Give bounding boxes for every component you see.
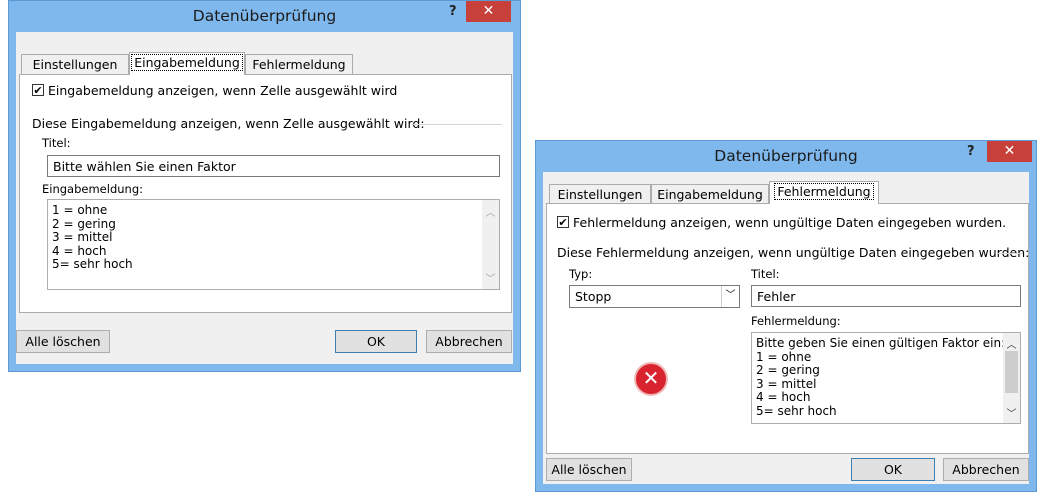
title-bar[interactable]: Datenüberprüfung ? ✕ [9,1,520,31]
scrollbar[interactable]: ︿ ﹀ [1003,333,1020,423]
show-error-message-checkbox[interactable]: ✔ [557,216,569,228]
tab-label: Fehlermeldung [252,57,346,72]
title-bar[interactable]: Datenüberprüfung ? ✕ [536,141,1036,171]
clear-all-button[interactable]: Alle löschen [16,330,110,353]
show-input-message-checkbox[interactable]: ✔ [32,84,44,96]
close-button[interactable]: ✕ [466,1,511,22]
message-line: 4 = hoch [756,390,811,404]
tab-panel: ✔ Eingabemeldung anzeigen, wenn Zelle au… [19,74,512,313]
type-value: Stopp [575,289,612,304]
cancel-button[interactable]: Abbrechen [943,458,1029,481]
chevron-down-icon[interactable]: ﹀ [721,286,739,307]
dialog-title: Datenüberprüfung [714,147,858,165]
tab-label: Eingabemeldung [131,54,243,71]
dialog-error-message: Datenüberprüfung ? ✕ Einstellungen Einga… [535,140,1037,492]
message-label: Fehlermeldung: [751,314,841,328]
tab-eingabemeldung[interactable]: Eingabemeldung [651,184,769,204]
cancel-button[interactable]: Abbrechen [426,330,512,353]
tab-eingabemeldung[interactable]: Eingabemeldung [129,52,245,75]
message-textarea[interactable]: 1 = ohne 2 = gering 3 = mittel 4 = hoch 5= s… [47,199,500,290]
scroll-up-icon[interactable]: ︿ [482,204,499,219]
message-textarea[interactable]: Bitte geben Sie einen gültigen Faktor ei… [751,332,1021,424]
message-text: 1 = ohne 2 = gering 3 = mittel 4 = hoch 5= s… [52,203,133,272]
dialog-body: Einstellungen Eingabemeldung Fehlermeldu… [543,172,1029,484]
ok-button[interactable]: OK [335,330,417,353]
tab-label: Einstellungen [32,57,118,72]
title-input[interactable]: Bitte wählen Sie einen Faktor [47,155,500,177]
tab-fehlermeldung[interactable]: Fehlermeldung [245,54,353,74]
tab-einstellungen[interactable]: Einstellungen [21,54,129,74]
tab-fehlermeldung[interactable]: Fehlermeldung [769,181,879,204]
help-button[interactable]: ? [967,144,975,159]
type-label: Typ: [569,267,593,281]
message-text: Bitte geben Sie einen gültigen Faktor ei… [756,336,1006,418]
clear-all-button[interactable]: Alle löschen [546,458,632,481]
scroll-up-icon[interactable]: ︿ [1003,336,1020,351]
scroll-down-icon[interactable]: ﹀ [1003,405,1020,420]
tab-einstellungen[interactable]: Einstellungen [549,184,651,204]
type-select[interactable]: Stopp ﹀ [569,285,740,308]
ok-button[interactable]: OK [851,458,935,481]
message-line: 2 = gering [52,216,116,231]
close-button[interactable]: ✕ [987,141,1032,162]
group-label: Diese Fehlermeldung anzeigen, wenn ungül… [557,245,1030,260]
dialog-title: Datenüberprüfung [192,7,337,25]
group-label: Diese Eingabemeldung anzeigen, wenn Zell… [32,116,425,131]
message-line: 3 = mittel [52,230,113,244]
message-line: 3 = mittel [756,376,817,391]
scroll-thumb[interactable] [1005,351,1018,393]
scrollbar[interactable]: ︿ ﹀ [482,200,499,289]
dialog-input-message: Datenüberprüfung ? ✕ Einstellungen Einga… [8,0,521,372]
tab-label: Eingabemeldung [657,187,763,202]
checkbox-label: Eingabemeldung anzeigen, wenn Zelle ausg… [48,83,398,98]
message-line: 5= sehr hoch [756,403,837,418]
group-divider [998,253,1023,254]
title-label: Titel: [751,267,780,281]
message-line: Bitte geben Sie einen gültigen Faktor ei… [756,336,1006,350]
error-stop-icon: ✕ [634,362,668,396]
checkbox-label: Fehlermeldung anzeigen, wenn ungültige D… [573,215,1007,230]
title-label: Titel: [42,136,71,150]
message-line: 4 = hoch [52,243,107,258]
group-divider [412,124,502,125]
message-label: Eingabemeldung: [42,182,143,196]
tab-label: Fehlermeldung [774,183,874,200]
tab-label: Einstellungen [557,187,643,202]
message-line: 2 = gering [756,363,820,377]
scroll-down-icon[interactable]: ﹀ [482,270,499,285]
help-button[interactable]: ? [449,4,457,19]
dialog-body: Einstellungen Eingabemeldung Fehlermeldu… [16,32,513,364]
title-input[interactable]: Fehler [751,285,1021,307]
message-line: 5= sehr hoch [52,257,133,271]
message-line: 1 = ohne [52,203,108,217]
message-line: 1 = ohne [756,349,812,364]
tab-panel: ✔ Fehlermeldung anzeigen, wenn ungültige… [546,203,1029,454]
